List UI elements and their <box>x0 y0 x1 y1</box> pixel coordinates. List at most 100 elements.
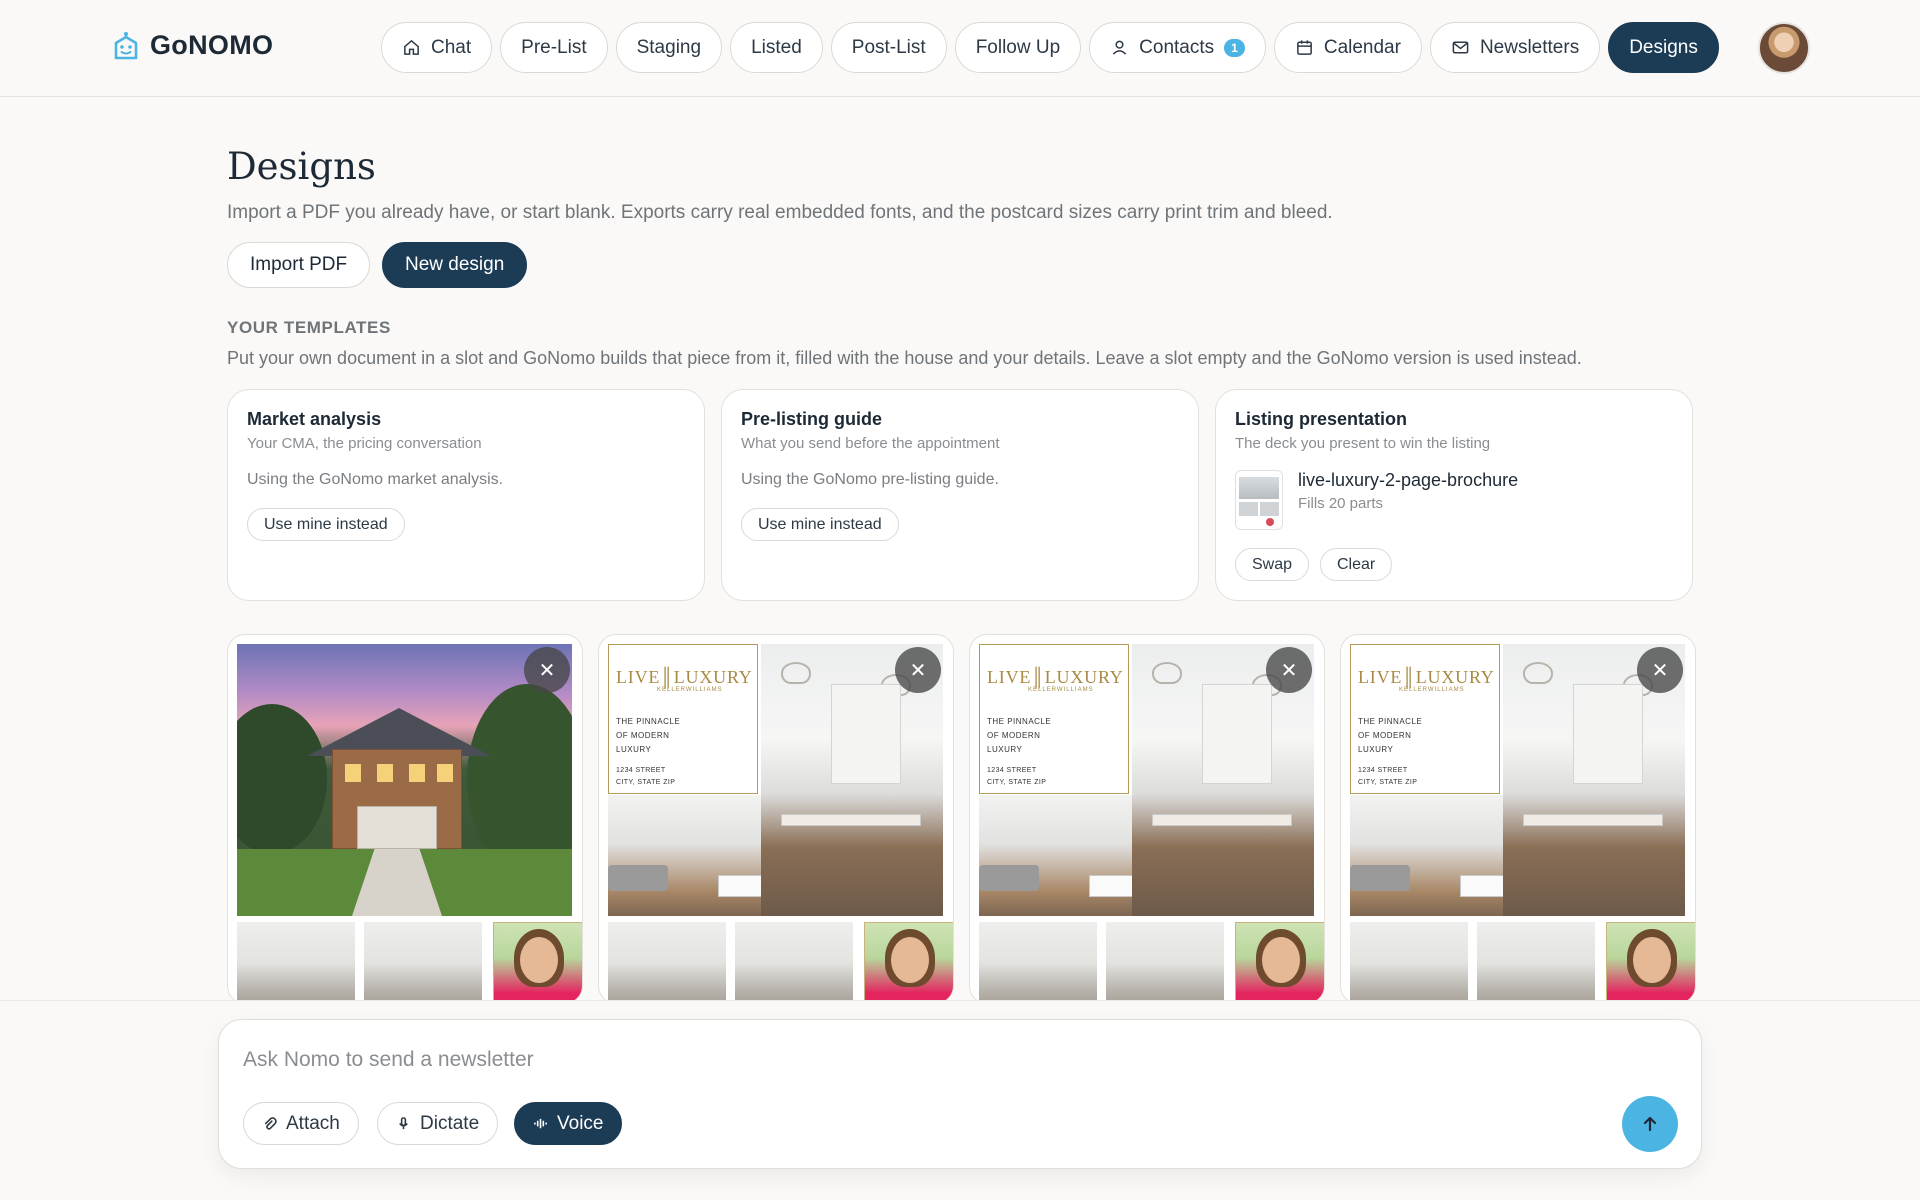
nav-label: Contacts <box>1139 36 1215 58</box>
design-card[interactable]: ✕ LIVE║LUXURY KELLERWILLIAMS THE PINNACL… <box>1340 634 1696 1004</box>
nav-chat[interactable]: Chat <box>381 22 493 73</box>
design-card[interactable]: ✕ LIVE║LUXURY KELLERWILLIAMS THE PINNACL… <box>969 634 1325 1004</box>
interior-photo <box>237 922 355 1003</box>
tagline-line: OF MODERN <box>987 731 1041 740</box>
agent-photo <box>1235 922 1324 1003</box>
nav-label: Post-List <box>851 36 926 58</box>
nav-post-list[interactable]: Post-List <box>830 22 947 73</box>
logo-subtitle: KELLERWILLIAMS <box>1028 687 1094 693</box>
nav-label: Follow Up <box>975 36 1061 58</box>
template-file-info: Fills 20 parts <box>1298 495 1384 512</box>
slot-status: Using the GoNomo pre-listing guide. <box>741 471 999 488</box>
tagline-line: OF MODERN <box>616 731 670 740</box>
slot-subtitle: The deck you present to win the listing <box>1235 435 1491 452</box>
brochure-address: 1234 STREET CITY, STATE ZIP <box>616 765 675 789</box>
logo-word: LUXURY <box>673 667 753 687</box>
top-navigation-bar: GoNOMO Chat Pre-List Staging Listed Post… <box>0 0 1920 97</box>
brochure-cover-text: LIVE║LUXURY KELLERWILLIAMS THE PINNACLE … <box>608 644 758 794</box>
attach-button[interactable]: Attach <box>243 1102 359 1145</box>
slot-subtitle: What you send before the appointment <box>741 435 1000 452</box>
address-line: 1234 STREET <box>1358 767 1408 774</box>
nav-staging[interactable]: Staging <box>615 22 723 73</box>
voice-label: Voice <box>557 1112 604 1134</box>
tagline-line: LUXURY <box>987 745 1023 754</box>
template-slot-market-analysis: Market analysis Your CMA, the pricing co… <box>227 389 705 601</box>
address-line: CITY, STATE ZIP <box>616 779 676 786</box>
user-icon <box>1112 40 1127 55</box>
slot-title: Listing presentation <box>1235 409 1408 429</box>
interior-photo <box>364 922 482 1003</box>
nav-contacts[interactable]: Contacts 1 <box>1089 22 1266 73</box>
template-slot-listing-presentation: Listing presentation The deck you presen… <box>1215 389 1693 601</box>
chat-input[interactable] <box>243 1044 1343 1076</box>
attach-label: Attach <box>286 1112 340 1134</box>
clear-button[interactable]: Clear <box>1320 548 1393 581</box>
remove-design-button[interactable]: ✕ <box>1637 647 1683 693</box>
interior-photo <box>1477 922 1595 1003</box>
slot-title: Pre-listing guide <box>741 409 883 429</box>
send-button[interactable] <box>1622 1096 1678 1152</box>
template-file-thumbnail[interactable] <box>1235 470 1283 530</box>
agent-photo <box>864 922 953 1003</box>
remove-design-button[interactable]: ✕ <box>524 647 570 693</box>
nav-listed[interactable]: Listed <box>730 22 823 73</box>
dictate-button[interactable]: Dictate <box>377 1102 499 1145</box>
address-line: CITY, STATE ZIP <box>1358 779 1418 786</box>
use-mine-instead-button[interactable]: Use mine instead <box>741 508 899 541</box>
use-mine-instead-button[interactable]: Use mine instead <box>247 508 405 541</box>
agent-photo <box>493 922 582 1003</box>
interior-photo <box>1106 922 1224 1003</box>
new-design-button[interactable]: New design <box>382 242 528 288</box>
logo-word: LIVE <box>616 667 661 687</box>
brochure-address: 1234 STREET CITY, STATE ZIP <box>1358 765 1417 789</box>
design-card[interactable]: ✕ LIVE║LUXURY KELLERWILLIAMS THE PINNACL… <box>598 634 954 1004</box>
nav-label: Staging <box>636 36 702 58</box>
tagline-line: OF MODERN <box>1358 731 1412 740</box>
tagline-line: THE PINNACLE <box>616 717 681 726</box>
brochure-tagline: THE PINNACLE OF MODERN LUXURY <box>1358 715 1422 757</box>
remove-design-button[interactable]: ✕ <box>1266 647 1312 693</box>
house-photo <box>237 644 572 916</box>
nav-label: Designs <box>1629 36 1698 58</box>
live-luxury-logo: LIVE║LUXURY <box>616 667 753 687</box>
nav-calendar[interactable]: Calendar <box>1273 22 1422 73</box>
tagline-line: THE PINNACLE <box>987 717 1052 726</box>
template-file-name: live-luxury-2-page-brochure <box>1298 470 1519 490</box>
page-title: Designs <box>227 145 376 188</box>
waveform-icon <box>534 1118 547 1129</box>
user-avatar[interactable] <box>1758 22 1810 74</box>
tagline-line: THE PINNACLE <box>1358 717 1423 726</box>
nav-pre-list[interactable]: Pre-List <box>500 22 608 73</box>
address-line: CITY, STATE ZIP <box>987 779 1047 786</box>
logo-subtitle: KELLERWILLIAMS <box>1399 687 1465 693</box>
brand-logo[interactable]: GoNOMO <box>112 30 273 61</box>
template-slot-pre-listing-guide: Pre-listing guide What you send before t… <box>721 389 1199 601</box>
nav-designs[interactable]: Designs <box>1608 22 1719 73</box>
main-nav: Chat Pre-List Staging Listed Post-List F… <box>381 22 1719 73</box>
slot-status: Using the GoNomo market analysis. <box>247 471 504 488</box>
page-subtitle: Import a PDF you already have, or start … <box>227 202 1333 223</box>
brochure-tagline: THE PINNACLE OF MODERN LUXURY <box>616 715 680 757</box>
nav-follow-up[interactable]: Follow Up <box>954 22 1082 73</box>
logo-word: LUXURY <box>1415 667 1495 687</box>
interior-photo <box>735 922 853 1003</box>
nav-label: Calendar <box>1323 36 1401 58</box>
design-card[interactable]: ✕ <box>227 634 583 1004</box>
arrow-up-icon <box>1643 1116 1657 1132</box>
nav-newsletters[interactable]: Newsletters <box>1429 22 1601 73</box>
tagline-line: LUXURY <box>1358 745 1394 754</box>
remove-design-button[interactable]: ✕ <box>895 647 941 693</box>
import-pdf-button[interactable]: Import PDF <box>227 242 371 288</box>
slot-subtitle: Your CMA, the pricing conversation <box>247 435 482 452</box>
slot-title: Market analysis <box>247 409 382 429</box>
brochure-cover-text: LIVE║LUXURY KELLERWILLIAMS THE PINNACLE … <box>1350 644 1500 794</box>
templates-heading: YOUR TEMPLATES <box>227 318 391 337</box>
interior-photo <box>979 922 1097 1003</box>
interior-photo <box>608 922 726 1003</box>
interior-photo <box>1350 922 1468 1003</box>
voice-button[interactable]: Voice <box>514 1102 623 1145</box>
swap-button[interactable]: Swap <box>1235 548 1310 581</box>
chat-composer: Attach Dictate Voice <box>218 1019 1702 1169</box>
brochure-address: 1234 STREET CITY, STATE ZIP <box>987 765 1046 789</box>
nav-label: Newsletters <box>1479 36 1580 58</box>
